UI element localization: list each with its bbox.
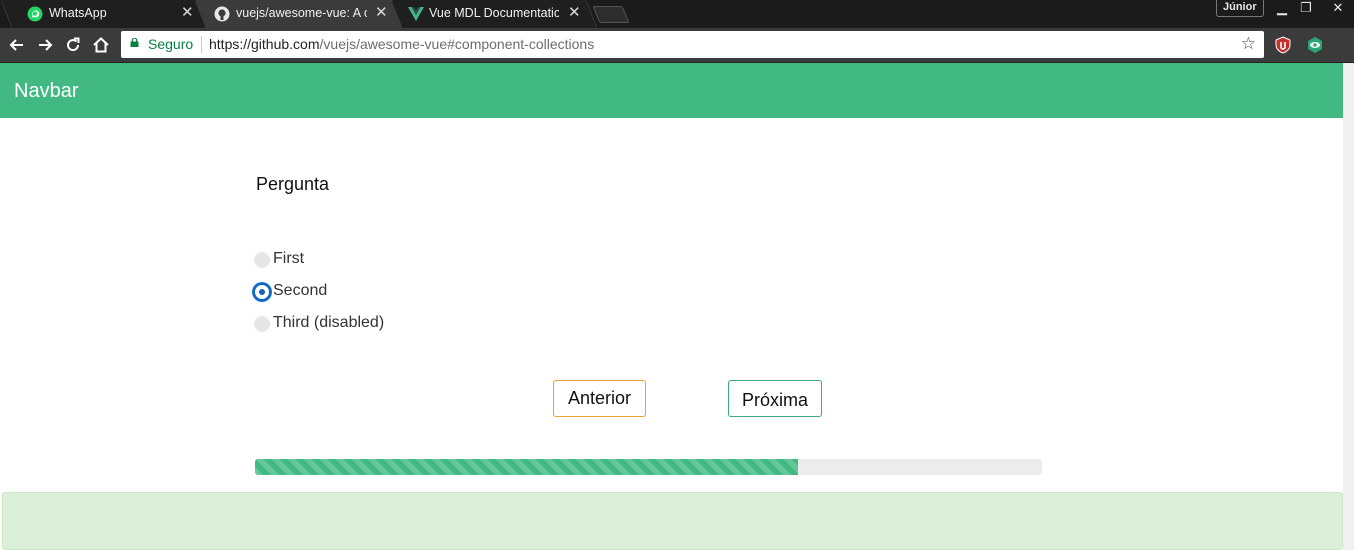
- bookmark-star-icon[interactable]: ☆: [1241, 34, 1256, 54]
- url-host: https://github.com: [209, 36, 320, 52]
- ublock-extension-icon[interactable]: [1274, 36, 1292, 54]
- radio-label: First: [273, 250, 305, 267]
- radio-button-checked[interactable]: [253, 283, 271, 301]
- new-tab-button[interactable]: [592, 6, 630, 23]
- restore-icon[interactable]: ❐: [1294, 0, 1318, 15]
- minimize-icon[interactable]: ▁: [1270, 0, 1294, 15]
- profile-button[interactable]: Júnior: [1216, 0, 1264, 17]
- vue-icon: [408, 7, 424, 21]
- tab-strip: WhatsApp ✕ vuejs/awesome-vue: A cu ✕ Vue…: [0, 0, 1354, 28]
- tab-title: Vue MDL Documentation: [429, 6, 559, 20]
- window-close-icon[interactable]: ✕: [1326, 0, 1350, 15]
- browser-toolbar: Seguro https://github.com/vuejs/awesome-…: [0, 28, 1354, 63]
- previous-button[interactable]: Anterior: [553, 380, 646, 417]
- url-text[interactable]: https://github.com/vuejs/awesome-vue#com…: [209, 36, 594, 52]
- secure-label: Seguro: [148, 36, 194, 52]
- address-bar[interactable]: Seguro https://github.com/vuejs/awesome-…: [121, 31, 1264, 58]
- divider: [201, 36, 202, 53]
- radio-label: Second: [273, 282, 328, 299]
- tab-whatsapp[interactable]: WhatsApp ✕: [0, 0, 212, 28]
- close-tab-icon[interactable]: ✕: [181, 5, 194, 21]
- radio-button-disabled: [254, 316, 270, 332]
- back-arrow-icon[interactable]: [7, 35, 27, 55]
- close-tab-icon[interactable]: ✕: [375, 5, 388, 21]
- radio-label: Third (disabled): [273, 314, 385, 331]
- tab-title: vuejs/awesome-vue: A cu: [236, 6, 367, 20]
- close-tab-icon[interactable]: ✕: [568, 5, 581, 21]
- url-path: /vuejs/awesome-vue#component-collections: [319, 36, 595, 52]
- whatsapp-icon: [27, 6, 43, 22]
- vue-devtools-extension-icon[interactable]: [1306, 36, 1324, 54]
- next-button[interactable]: Próxima: [728, 380, 822, 417]
- navbar-brand[interactable]: Navbar: [14, 80, 78, 103]
- tab-title: WhatsApp: [49, 6, 107, 20]
- footer-panel: [2, 492, 1343, 550]
- reload-icon[interactable]: [63, 35, 83, 55]
- home-icon[interactable]: [91, 35, 111, 55]
- lock-icon: [130, 38, 139, 47]
- progress-track: [255, 459, 1042, 475]
- question-title: Pergunta: [256, 174, 330, 194]
- app-navbar: Navbar: [0, 63, 1343, 118]
- tab-vue-mdl[interactable]: Vue MDL Documentation ✕: [390, 0, 598, 28]
- github-icon: [214, 6, 230, 22]
- forward-arrow-icon[interactable]: [35, 35, 55, 55]
- tab-awesome-vue[interactable]: vuejs/awesome-vue: A cu ✕: [194, 0, 408, 28]
- radio-button[interactable]: [254, 252, 270, 268]
- progress-bar-fill: [255, 459, 799, 475]
- vertical-scrollbar[interactable]: [1343, 63, 1354, 550]
